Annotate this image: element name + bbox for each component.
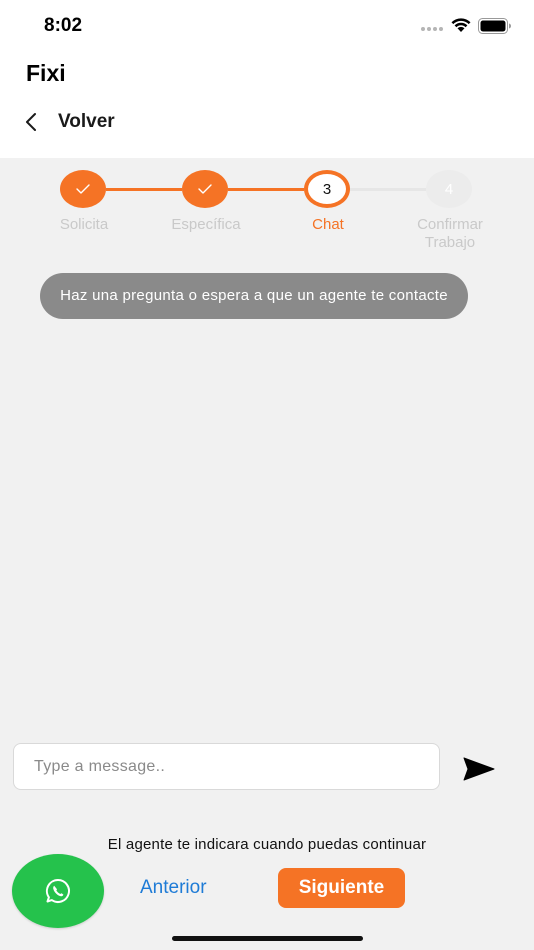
step-connector-3 — [350, 188, 426, 191]
battery-icon — [478, 18, 511, 34]
back-button[interactable]: Volver — [22, 108, 115, 136]
check-icon — [76, 184, 90, 194]
step-2-circle — [182, 170, 228, 208]
header: 8:02 Fixi Volver — [0, 0, 534, 158]
step-1-circle — [60, 170, 106, 208]
step-4-circle: 4 — [426, 170, 472, 208]
app-title: Fixi — [26, 60, 66, 86]
step-2-label: Específica — [171, 216, 241, 233]
step-4-number: 4 — [444, 180, 454, 198]
message-input[interactable] — [13, 743, 440, 790]
back-label: Volver — [58, 111, 115, 132]
step-connector-1 — [106, 188, 182, 191]
cellular-signal-icon — [421, 27, 443, 31]
chevron-left-icon — [26, 113, 36, 131]
previous-button[interactable]: Anterior — [140, 877, 207, 899]
step-4-label: Confirmar Trabajo — [417, 216, 483, 251]
continue-hint: El agente te indicara cuando puedas cont… — [107, 836, 427, 853]
home-indicator[interactable] — [172, 936, 363, 941]
step-3-circle: 3 — [304, 170, 350, 208]
progress-stepper: 3 4 Solicita Específica Chat Confirmar T… — [0, 168, 534, 258]
next-button[interactable]: Siguiente — [278, 868, 405, 908]
agent-info-bubble: Haz una pregunta o espera a que un agent… — [40, 273, 468, 319]
check-icon — [198, 184, 212, 194]
step-3-label: Chat — [312, 216, 344, 233]
send-icon[interactable] — [463, 757, 495, 781]
whatsapp-button[interactable] — [12, 854, 104, 928]
step-3-number: 3 — [322, 180, 332, 198]
step-connector-2 — [228, 188, 304, 191]
wifi-icon — [451, 18, 471, 32]
status-time: 8:02 — [44, 15, 83, 36]
step-1-label: Solicita — [59, 216, 109, 233]
whatsapp-icon — [45, 878, 70, 903]
